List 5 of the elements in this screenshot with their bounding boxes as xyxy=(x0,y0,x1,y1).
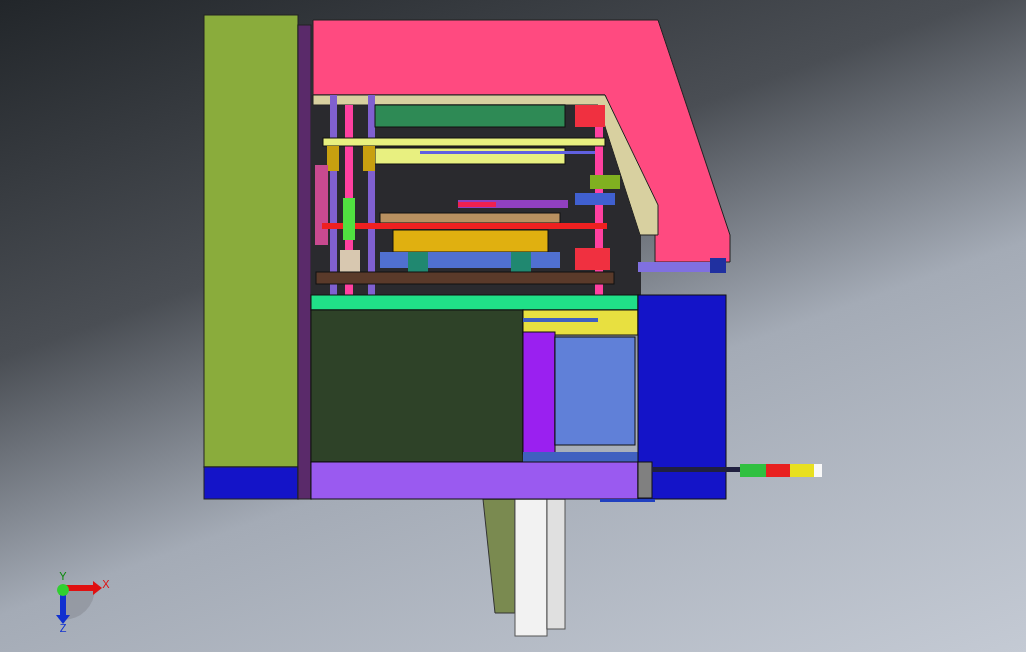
axis-label: Y xyxy=(59,570,67,582)
cad-viewport[interactable]: X Y Z xyxy=(0,0,1026,652)
axis-label: X xyxy=(102,578,110,590)
axis-label: Z xyxy=(59,622,67,634)
axis-triad-drawing xyxy=(56,581,102,624)
